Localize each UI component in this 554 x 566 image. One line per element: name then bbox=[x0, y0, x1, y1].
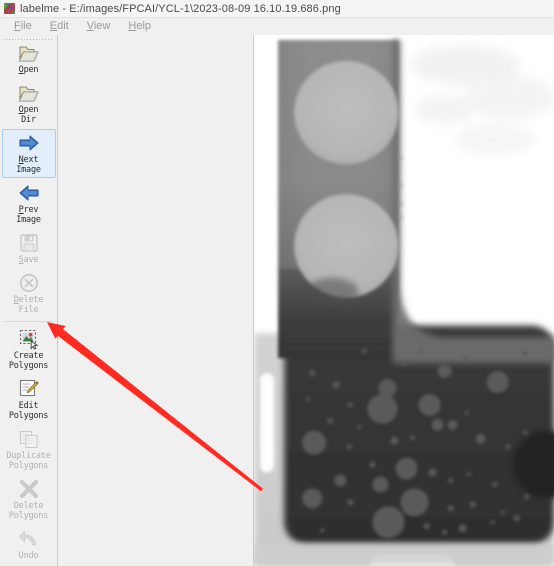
toolbar-item-next-image[interactable]: Next Image bbox=[1, 129, 56, 178]
arrow-left-icon bbox=[18, 182, 40, 204]
labelme-app-icon bbox=[4, 3, 15, 14]
toolbar-item-delete-file-label: Delete File bbox=[13, 295, 44, 315]
xray-image bbox=[254, 35, 554, 566]
copy-duplicate-icon bbox=[18, 428, 40, 450]
toolbar-item-duplicate-polygons: Duplicate Polygons bbox=[2, 425, 56, 474]
menu-bar: File Edit View Help bbox=[0, 18, 554, 35]
side-panel bbox=[58, 35, 254, 566]
toolbar-item-create-polygons-label: Create Polygons bbox=[8, 351, 49, 371]
edit-pencil-icon bbox=[18, 378, 40, 400]
title-bar: labelme - E:/images/FPCAI/YCL-1\2023-08-… bbox=[0, 0, 554, 18]
menu-view-rest: iew bbox=[93, 20, 111, 32]
toolbar-item-save-label: Save bbox=[18, 255, 39, 265]
toolbar-drag-handle[interactable] bbox=[2, 37, 54, 42]
menu-file-rest: ile bbox=[20, 20, 32, 32]
toolbar-item-open-dir-label: Open Dir bbox=[18, 105, 39, 125]
menu-edit-accel: E bbox=[49, 20, 58, 32]
toolbar-item-prev-image[interactable]: Prev Image bbox=[2, 179, 56, 228]
toolbar-item-next-image-label: Next Image bbox=[16, 155, 41, 175]
toolbar-item-undo: Undo bbox=[2, 525, 56, 564]
window-title: labelme - E:/images/FPCAI/YCL-1\2023-08-… bbox=[20, 2, 341, 15]
toolbar-item-delete-polygons: Delete Polygons bbox=[2, 475, 56, 524]
image-canvas[interactable] bbox=[254, 35, 554, 566]
toolbar-item-save: Save bbox=[2, 229, 56, 268]
main-body: Open Open Dir Next Image Prev Image Save Delete F… bbox=[0, 35, 554, 566]
left-toolbar: Open Open Dir Next Image Prev Image Save Delete F… bbox=[0, 35, 58, 566]
undo-arrow-icon bbox=[18, 528, 40, 550]
folder-open-dir-icon bbox=[18, 82, 40, 104]
toolbar-item-edit-polygons[interactable]: Edit Polygons bbox=[2, 375, 56, 424]
menu-view-accel: V bbox=[86, 20, 94, 32]
toolbar-separator bbox=[3, 321, 54, 322]
menu-file-accel: F bbox=[14, 20, 21, 32]
side-panel-content bbox=[58, 35, 253, 566]
toolbar-item-delete-file: Delete File bbox=[2, 269, 56, 318]
x-cross-icon bbox=[18, 478, 40, 500]
toolbar-item-open[interactable]: Open bbox=[2, 39, 56, 78]
toolbar-item-delete-polygons-label: Delete Polygons bbox=[8, 501, 49, 521]
toolbar-item-create-polygons[interactable]: Create Polygons bbox=[2, 325, 56, 374]
toolbar-item-undo-label: Undo bbox=[18, 551, 39, 561]
toolbar-item-prev-image-label: Prev Image bbox=[16, 205, 41, 225]
menu-edit-rest: dit bbox=[57, 20, 69, 32]
menu-file[interactable]: File bbox=[5, 18, 41, 35]
floppy-save-icon bbox=[18, 232, 40, 254]
create-polygon-icon bbox=[18, 328, 40, 350]
toolbar-item-duplicate-polygons-label: Duplicate Polygons bbox=[6, 451, 51, 471]
arrow-right-icon bbox=[18, 132, 40, 154]
toolbar-item-edit-polygons-label: Edit Polygons bbox=[8, 401, 49, 421]
folder-open-icon bbox=[18, 42, 40, 64]
toolbar-item-open-dir[interactable]: Open Dir bbox=[2, 79, 56, 128]
menu-edit[interactable]: Edit bbox=[41, 18, 78, 35]
circle-x-icon bbox=[18, 272, 40, 294]
labelme-window: labelme - E:/images/FPCAI/YCL-1\2023-08-… bbox=[0, 0, 554, 566]
toolbar-item-open-label: Open bbox=[18, 65, 39, 75]
menu-help[interactable]: Help bbox=[119, 18, 160, 35]
menu-help-rest: elp bbox=[136, 20, 152, 32]
menu-view[interactable]: View bbox=[78, 18, 120, 35]
